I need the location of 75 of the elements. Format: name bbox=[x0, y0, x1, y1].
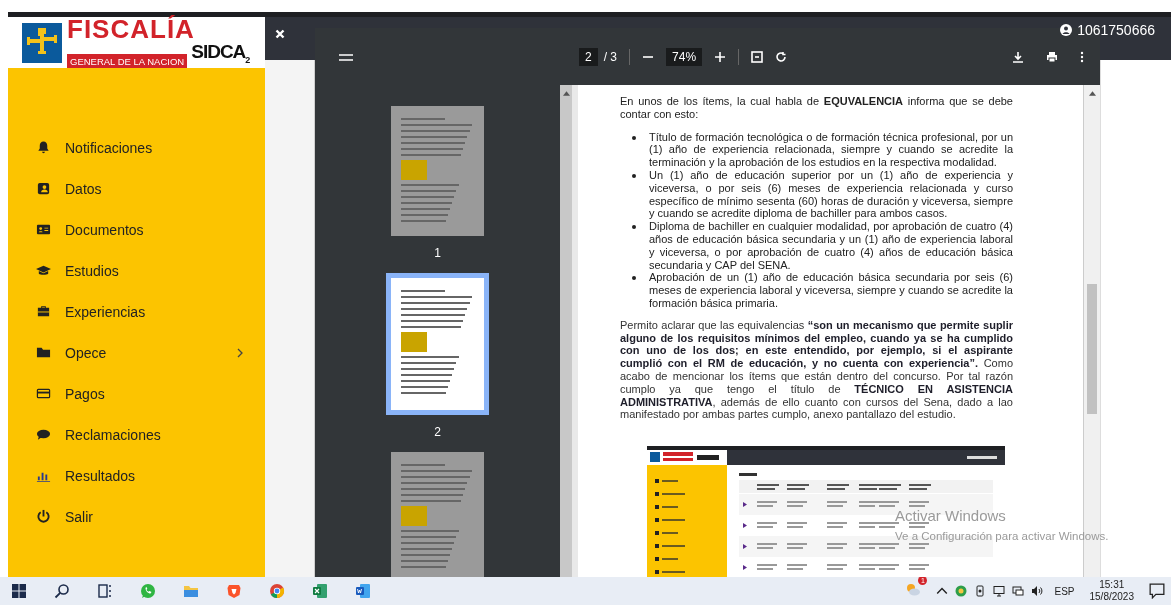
fit-page-icon[interactable] bbox=[751, 50, 764, 63]
download-icon[interactable] bbox=[1012, 50, 1024, 63]
bullet-icon bbox=[632, 174, 636, 178]
chevron-right-icon bbox=[237, 347, 243, 358]
chat-bubble-icon bbox=[36, 427, 51, 442]
credit-card-icon bbox=[36, 386, 51, 401]
paragraph: Permito aclarar que las equivalencias “son un mecanismo que permite suplir alguno de los requisitos mínimos del empleo, cuando ya se ha cumplido con uno de los dos; en este entendido, por ejemplo, si el aspirante cumplió con el RM de educación, y no cuenta con experiencia”. Como acabo de mencionar los ítems que están dentro del concurso. Por tal razón cumplo ya que tengo el título de TÉCNICO EN ASISTENCIA ADMINISTRATIVA, además de ello cuanto con cursos del Sena, dado a lao manifestado por ambas partes cumplo, anexo pantallazo del estudio. bbox=[620, 318, 1013, 422]
page-thumbnail[interactable] bbox=[386, 273, 489, 415]
sidebar-item[interactable]: Salir bbox=[8, 496, 265, 537]
scrollbar[interactable] bbox=[560, 85, 572, 577]
sidebar-item[interactable]: Experiencias bbox=[8, 291, 265, 332]
print-icon[interactable] bbox=[1046, 50, 1058, 63]
list-item: Un (1) año de educación superior por un (1) año de experiencia y viceversa, o por seis (6) meses de experiencia relacionada y curso específico de mínimo sesenta (60) horas de duración y viceversa, siempre y cuando se acredite diploma de bachiller para ambos casos. bbox=[649, 169, 1013, 221]
product-logo: SIDCA$_{2}$ bbox=[191, 41, 251, 67]
chevron-up-icon[interactable] bbox=[936, 585, 949, 597]
display-icon[interactable] bbox=[993, 585, 1006, 597]
app-tray-icon[interactable] bbox=[955, 585, 968, 597]
activation-message: Ve a Configuración para activar Windows. bbox=[895, 530, 1109, 542]
browser-circle-icon[interactable] bbox=[269, 583, 285, 599]
graduation-cap-icon bbox=[36, 263, 51, 278]
folder-icon[interactable] bbox=[183, 583, 199, 599]
sidebar-item[interactable]: Documentos bbox=[8, 209, 265, 250]
briefcase-icon bbox=[36, 304, 51, 319]
page-number: 2 bbox=[434, 425, 441, 439]
language-indicator[interactable]: ESP bbox=[1054, 585, 1075, 597]
power-icon bbox=[36, 509, 51, 524]
phone-link-icon[interactable] bbox=[974, 585, 987, 597]
page-number-field[interactable]: 2 bbox=[579, 47, 598, 66]
windows-logo-icon[interactable] bbox=[11, 583, 27, 599]
network-icon[interactable] bbox=[1012, 585, 1025, 597]
sidebar-item[interactable]: Pagos bbox=[8, 373, 265, 414]
menu-icon[interactable] bbox=[339, 51, 353, 62]
sidebar-item[interactable]: Reclamaciones bbox=[8, 414, 265, 455]
page-thumbnail[interactable] bbox=[391, 106, 484, 236]
user-id: 1061750666 bbox=[1077, 22, 1155, 38]
more-options-icon[interactable] bbox=[1080, 50, 1084, 63]
list-item: Diploma de bachiller en cualquier modalidad, por aprobación de cuatro (4) años de educación básica secundaria y un (1) año de experiencia laboral y viceversa, o por aprobación de cuatro (4) años de educación básica secundaria y CAP del SENA. bbox=[649, 220, 1013, 272]
clock-date[interactable]: 15/8/2023 bbox=[1089, 591, 1134, 603]
page-number: 1 bbox=[434, 246, 441, 260]
contact-card-icon bbox=[36, 181, 51, 196]
paragraph: En unos de los ítems, la cual habla de EQUVALENCIA informa que se debe contar con esto: bbox=[620, 95, 1013, 121]
puzzle-emblem-icon bbox=[22, 22, 62, 63]
list-item: Título de formación tecnológica o de formación técnica profesional, por un (1) año de experiencia relacionada, siempre y cuando se acredite la terminación y la aprobación de los estudios en la respectiva modalidad. bbox=[649, 130, 1013, 169]
clock-time[interactable]: 15:31 bbox=[1099, 579, 1125, 591]
sidebar-item[interactable]: Opece bbox=[8, 332, 265, 373]
scroll-thumb[interactable] bbox=[1087, 284, 1097, 414]
page-count: / 3 bbox=[603, 49, 618, 64]
bullet-icon bbox=[632, 225, 636, 230]
speaker-icon[interactable] bbox=[1031, 585, 1044, 597]
page-thumbnail[interactable] bbox=[391, 452, 484, 577]
activation-title: Activar Windows bbox=[895, 507, 1007, 524]
document-app-icon[interactable] bbox=[355, 583, 371, 599]
close-icon[interactable] bbox=[275, 29, 285, 39]
logo-title: FISCALÍA bbox=[67, 15, 196, 42]
bullet-icon bbox=[632, 276, 636, 281]
zoom-field[interactable]: 74% bbox=[666, 47, 703, 66]
sidebar-item[interactable]: Resultados bbox=[8, 455, 265, 496]
sidebar-item[interactable]: Datos bbox=[8, 168, 265, 209]
scroll-up-icon[interactable] bbox=[562, 91, 570, 96]
spreadsheet-app-icon[interactable] bbox=[312, 583, 328, 599]
search-icon[interactable] bbox=[54, 583, 70, 599]
sidebar-item[interactable]: Notificaciones bbox=[8, 127, 265, 168]
task-view-icon[interactable] bbox=[97, 583, 113, 599]
zoom-in-icon[interactable] bbox=[714, 50, 727, 63]
bell-icon bbox=[36, 140, 51, 155]
bullet-icon bbox=[632, 135, 636, 140]
list-item: Aprobación de un (1) año de educación básica secundaria por seis (6) meses de experiencia laboral y viceversa, siempre y cuando se acredite la formación básica primaria. bbox=[649, 271, 1013, 310]
scroll-up-icon[interactable] bbox=[1088, 91, 1096, 96]
folder-icon bbox=[36, 345, 51, 360]
sidebar-item[interactable]: Estudios bbox=[8, 250, 265, 291]
id-card-icon bbox=[36, 222, 51, 237]
rotate-icon[interactable] bbox=[775, 50, 788, 63]
notifications-icon[interactable] bbox=[1149, 583, 1165, 599]
weather-icon[interactable] bbox=[905, 581, 922, 597]
lion-shield-icon[interactable] bbox=[226, 583, 242, 599]
